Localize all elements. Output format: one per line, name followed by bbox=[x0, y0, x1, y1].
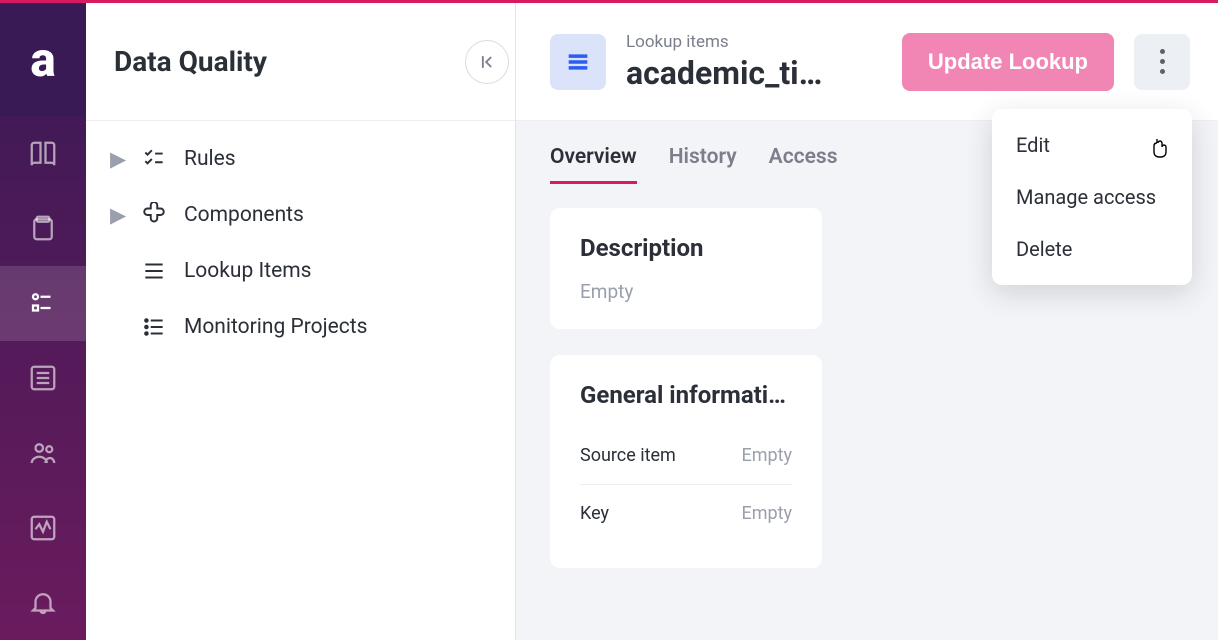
description-card: Description Empty bbox=[550, 208, 822, 329]
tab-access[interactable]: Access bbox=[769, 145, 838, 184]
rail-data-quality[interactable] bbox=[0, 266, 86, 341]
sidebar-title: Data Quality bbox=[114, 45, 267, 78]
dq-icon bbox=[28, 288, 58, 318]
dots-vertical-icon bbox=[1160, 49, 1165, 74]
tab-history[interactable]: History bbox=[669, 145, 737, 184]
rail-monitor[interactable] bbox=[0, 490, 86, 565]
breadcrumb[interactable]: Lookup items bbox=[626, 32, 882, 52]
rail-lists[interactable] bbox=[0, 341, 86, 416]
icon-rail: a bbox=[0, 3, 86, 640]
caret-icon: ▶ bbox=[110, 147, 124, 172]
clipboard-icon bbox=[28, 213, 58, 243]
sidebar: Data Quality ▶ Rules ▶ Components bbox=[86, 3, 516, 640]
activity-icon bbox=[28, 513, 58, 543]
sidebar-tree: ▶ Rules ▶ Components Lookup Items bbox=[86, 121, 515, 355]
more-actions-menu: Edit Manage access Delete bbox=[992, 109, 1192, 285]
app-logo[interactable]: a bbox=[0, 3, 86, 116]
general-info-card: General informati… Source item Empty Key… bbox=[550, 355, 822, 568]
components-icon bbox=[140, 201, 168, 229]
rail-glossary[interactable] bbox=[0, 116, 86, 191]
description-card-title: Description bbox=[580, 234, 792, 262]
more-actions-button[interactable] bbox=[1134, 34, 1190, 90]
tab-overview[interactable]: Overview bbox=[550, 145, 637, 184]
sidebar-item-lookup-items[interactable]: Lookup Items bbox=[86, 243, 515, 299]
sidebar-item-label: Lookup Items bbox=[184, 259, 311, 283]
users-icon bbox=[28, 438, 58, 468]
sidebar-item-label: Components bbox=[184, 203, 304, 227]
sidebar-item-components[interactable]: ▶ Components bbox=[86, 187, 515, 243]
update-lookup-button[interactable]: Update Lookup bbox=[902, 33, 1114, 91]
main-header: Lookup items academic_ti… Update Lookup bbox=[516, 3, 1218, 121]
rail-notifications[interactable] bbox=[0, 565, 86, 640]
entity-type-icon bbox=[550, 34, 606, 90]
description-value: Empty bbox=[580, 280, 792, 303]
info-row-key: Key Empty bbox=[580, 485, 792, 542]
rules-icon bbox=[140, 145, 168, 173]
sidebar-item-rules[interactable]: ▶ Rules bbox=[86, 131, 515, 187]
book-icon bbox=[28, 139, 58, 169]
lookup-items-icon bbox=[140, 257, 168, 285]
monitoring-icon bbox=[140, 313, 168, 341]
collapse-icon bbox=[477, 52, 497, 72]
main-panel: Lookup items academic_ti… Update Lookup … bbox=[516, 3, 1218, 640]
collapse-sidebar-button[interactable] bbox=[465, 40, 509, 84]
rail-users[interactable] bbox=[0, 416, 86, 491]
general-info-title: General informati… bbox=[580, 381, 792, 409]
sidebar-item-monitoring-projects[interactable]: Monitoring Projects bbox=[86, 299, 515, 355]
caret-icon: ▶ bbox=[110, 203, 124, 228]
info-label: Key bbox=[580, 503, 609, 524]
info-row-source-item: Source item Empty bbox=[580, 427, 792, 485]
page-title: academic_ti… bbox=[626, 54, 856, 92]
menu-icon bbox=[564, 48, 592, 76]
menu-item-edit[interactable]: Edit bbox=[992, 119, 1192, 171]
menu-item-delete[interactable]: Delete bbox=[992, 223, 1192, 275]
info-value: Empty bbox=[741, 445, 792, 466]
menu-item-manage-access[interactable]: Manage access bbox=[992, 171, 1192, 223]
sidebar-item-label: Rules bbox=[184, 147, 236, 171]
list-box-icon bbox=[28, 363, 58, 393]
sidebar-item-label: Monitoring Projects bbox=[184, 315, 367, 339]
rail-clipboard[interactable] bbox=[0, 191, 86, 266]
info-label: Source item bbox=[580, 445, 676, 466]
bell-icon bbox=[28, 588, 58, 618]
info-value: Empty bbox=[741, 503, 792, 524]
